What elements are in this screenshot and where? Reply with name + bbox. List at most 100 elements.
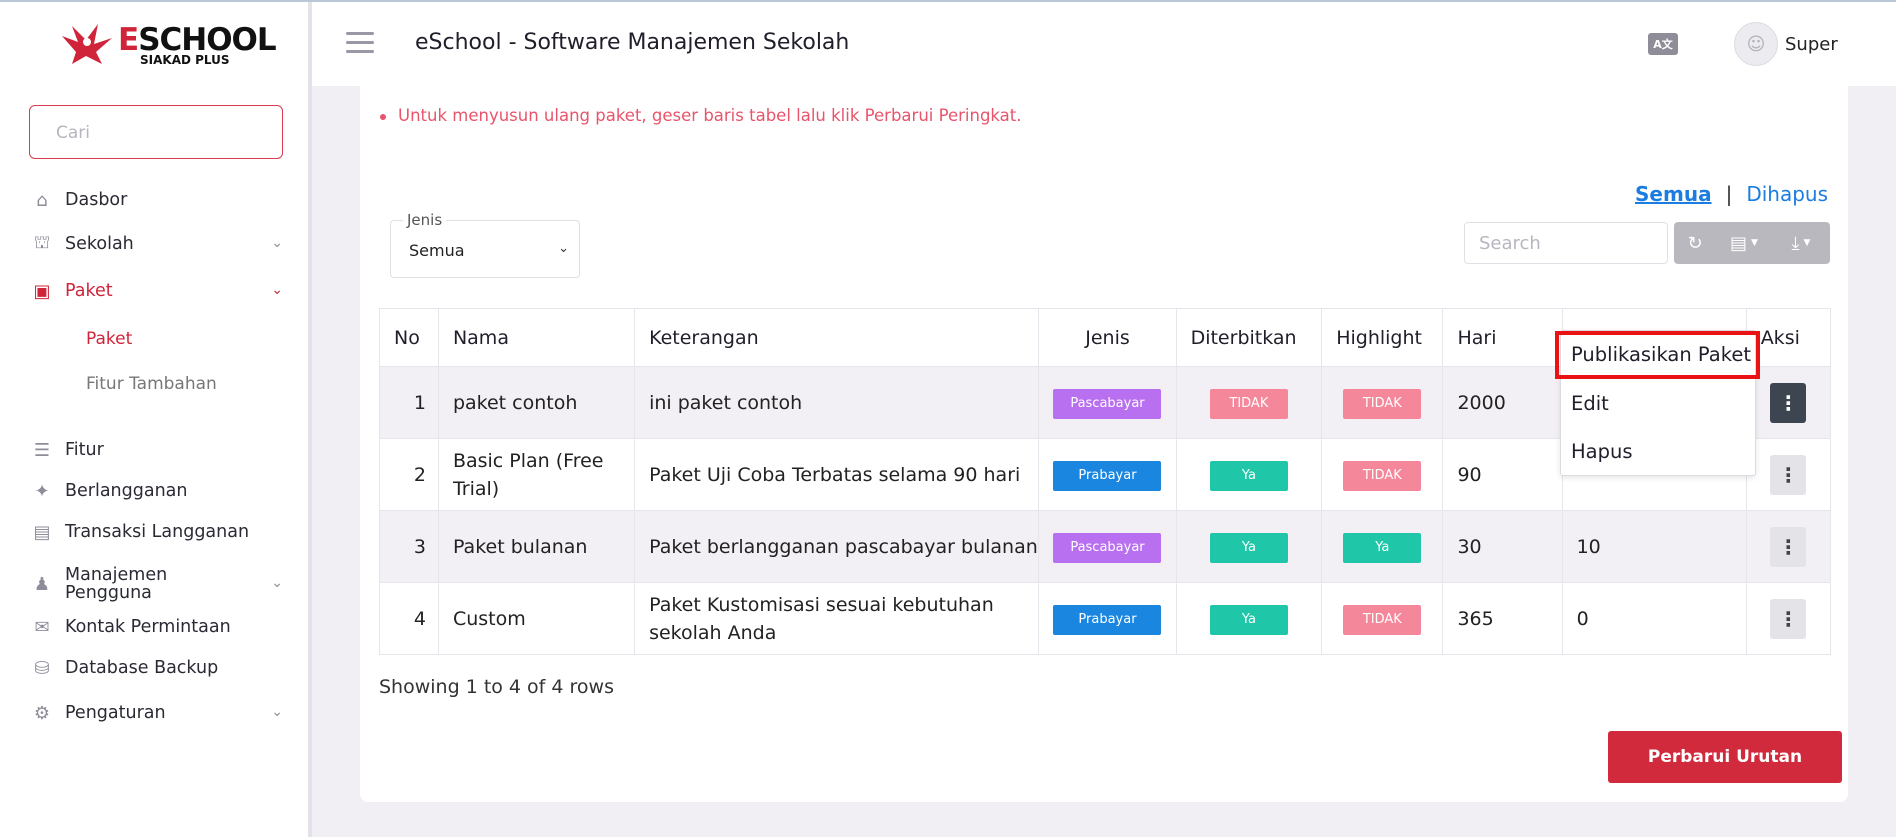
jenis-select[interactable]: Jenis Semua ⌄ — [390, 211, 580, 278]
sidebar-item-pengaturan[interactable]: ⚙ Pengaturan ⌄ — [29, 698, 283, 728]
logo-subtitle: SIAKAD PLUS — [140, 53, 230, 67]
sidebar-search-input[interactable]: Cari — [29, 105, 283, 159]
sidebar-item-label: Berlangganan — [65, 481, 188, 501]
jenis-label: Jenis — [403, 211, 447, 229]
sidebar-item-label: Dasbor — [65, 190, 128, 210]
cell-extra: 0 — [1561, 582, 1747, 655]
cell-no: 4 — [379, 582, 439, 655]
cell-keterangan: Paket Kustomisasi sesuai kebutuhan sekol… — [634, 582, 1040, 655]
filter-deleted-link[interactable]: Dihapus — [1746, 182, 1828, 206]
cell-no: 2 — [379, 438, 439, 511]
gear-icon: ⚙ — [33, 702, 51, 724]
cell-nama: paket contoh — [437, 366, 636, 439]
cell-highlight: Ya — [1321, 510, 1444, 583]
refresh-icon[interactable]: ↻ — [1674, 222, 1716, 264]
column-header-nama[interactable]: Nama — [437, 308, 636, 367]
bank-icon: ⛫ — [33, 232, 51, 253]
table-row[interactable]: 3 Paket bulanan Paket berlangganan pasca… — [379, 510, 1832, 583]
cell-diterbitkan: TIDAK — [1175, 366, 1323, 439]
chevron-down-icon: ⌄ — [271, 704, 283, 720]
sidebar-item-label: Database Backup — [65, 658, 219, 678]
sidebar-item-paket[interactable]: ▣ Paket ⌄ — [29, 276, 283, 306]
cell-jenis: Pascabayar — [1038, 366, 1177, 439]
hamburger-menu-icon[interactable] — [346, 32, 374, 54]
sidebar-item-database-backup[interactable]: ⛁ Database Backup — [29, 653, 283, 683]
avatar[interactable]: ☺ — [1734, 22, 1778, 66]
download-icon[interactable]: ⤓ ▼ — [1772, 222, 1830, 264]
status-badge: TIDAK — [1343, 388, 1422, 419]
sidebar-item-label: Fitur — [65, 440, 104, 460]
cell-aksi: ⋮ — [1745, 510, 1832, 583]
translate-icon[interactable]: A文 — [1648, 33, 1678, 55]
cell-jenis: Prabayar — [1038, 438, 1177, 511]
cell-diterbitkan: Ya — [1175, 582, 1323, 655]
sidebar-item-label: Pengaturan — [65, 703, 166, 723]
chevron-down-icon: ⌄ — [271, 575, 283, 591]
sidebar-subitem-fitur-tambahan[interactable]: Fitur Tambahan — [86, 374, 217, 394]
jenis-badge: Pascabayar — [1053, 388, 1162, 419]
sidebar: ESCHOOL SIAKAD PLUS Cari ⌂ Dasbor ⛫ Seko… — [0, 2, 312, 837]
database-icon: ⛁ — [34, 657, 50, 679]
money-icon: ▤ — [33, 521, 51, 543]
cell-nama: Paket bulanan — [437, 510, 636, 583]
jenis-value: Semua — [409, 241, 465, 260]
cell-hari: 365 — [1442, 582, 1563, 655]
cell-jenis: Prabayar — [1038, 582, 1177, 655]
table-row[interactable]: 4 Custom Paket Kustomisasi sesuai kebutu… — [379, 582, 1832, 655]
cell-keterangan: Paket Uji Coba Terbatas selama 90 hari — [634, 438, 1040, 511]
logo-mark-icon — [62, 24, 112, 64]
jenis-badge: Pascabayar — [1053, 532, 1162, 563]
sidebar-item-label: Manajemen Pengguna — [65, 565, 168, 603]
kebab-menu-icon[interactable]: ⋮ — [1770, 454, 1807, 495]
status-badge: Ya — [1343, 532, 1422, 563]
sidebar-item-kontak-permintaan[interactable]: ✉ Kontak Permintaan — [29, 612, 283, 642]
logo[interactable]: ESCHOOL SIAKAD PLUS — [58, 18, 277, 70]
table-search-input[interactable]: Search — [1464, 222, 1668, 264]
column-header-keterangan[interactable]: Keterangan — [634, 308, 1040, 367]
column-header-diterbitkan[interactable]: Diterbitkan — [1175, 308, 1323, 367]
cell-aksi: ⋮ — [1745, 438, 1832, 511]
sidebar-item-sekolah[interactable]: ⛫ Sekolah ⌄ — [29, 229, 283, 259]
column-header-no[interactable]: No — [379, 308, 439, 367]
publish-highlight-box — [1555, 331, 1760, 379]
column-header-hari[interactable]: Hari — [1442, 308, 1563, 367]
column-header-highlight[interactable]: Highlight — [1321, 308, 1444, 367]
sidebar-item-dasbor[interactable]: ⌂ Dasbor — [29, 185, 283, 215]
cell-diterbitkan: Ya — [1175, 510, 1323, 583]
menu-item-delete[interactable]: Hapus — [1571, 440, 1633, 463]
status-badge: TIDAK — [1343, 604, 1422, 635]
menu-item-edit[interactable]: Edit — [1571, 392, 1609, 415]
jenis-badge: Prabayar — [1053, 460, 1162, 491]
cell-keterangan: Paket berlangganan pascabayar bulanan — [634, 510, 1040, 583]
kebab-menu-icon[interactable]: ⋮ — [1770, 598, 1807, 639]
columns-icon[interactable]: ▤ ▼ — [1716, 222, 1772, 264]
sidebar-item-label: Paket — [65, 281, 113, 301]
reorder-note: Untuk menyusun ulang paket, geser baris … — [380, 106, 1022, 125]
chevron-down-icon: ⌄ — [558, 241, 569, 256]
cell-highlight: TIDAK — [1321, 366, 1444, 439]
pagination-info: Showing 1 to 4 of 4 rows — [379, 676, 614, 698]
sidebar-item-label: Transaksi Langganan — [65, 522, 250, 542]
chevron-down-icon: ⌄ — [271, 282, 283, 298]
filter-all-link[interactable]: Semua — [1635, 182, 1712, 206]
cell-nama: Custom — [437, 582, 636, 655]
bullet-icon — [380, 113, 386, 120]
sidebar-item-manajemen-pengguna[interactable]: ♟ Manajemen Pengguna ⌄ — [29, 565, 283, 603]
user-name[interactable]: Super — [1785, 34, 1838, 55]
sidebar-item-transaksi-langganan[interactable]: ▤ Transaksi Langganan — [29, 517, 283, 547]
sidebar-item-fitur[interactable]: ☰ Fitur — [29, 435, 283, 465]
update-order-button[interactable]: Perbarui Urutan — [1608, 731, 1842, 783]
sidebar-item-berlangganan[interactable]: ✦ Berlangganan — [29, 476, 283, 506]
sidebar-item-label: Kontak Permintaan — [65, 617, 231, 637]
sidebar-item-label: Sekolah — [65, 234, 134, 254]
page-title: eSchool - Software Manajemen Sekolah — [415, 30, 850, 55]
status-badge: Ya — [1209, 460, 1288, 491]
cell-no: 1 — [379, 366, 439, 439]
kebab-menu-icon[interactable]: ⋮ — [1770, 526, 1807, 567]
kebab-menu-icon[interactable]: ⋮ — [1770, 382, 1807, 423]
column-header-jenis[interactable]: Jenis — [1038, 308, 1177, 367]
cell-hari: 30 — [1442, 510, 1563, 583]
status-badge: Ya — [1209, 604, 1288, 635]
puzzle-icon: ✦ — [34, 480, 50, 502]
sidebar-subitem-paket[interactable]: Paket — [86, 329, 132, 349]
